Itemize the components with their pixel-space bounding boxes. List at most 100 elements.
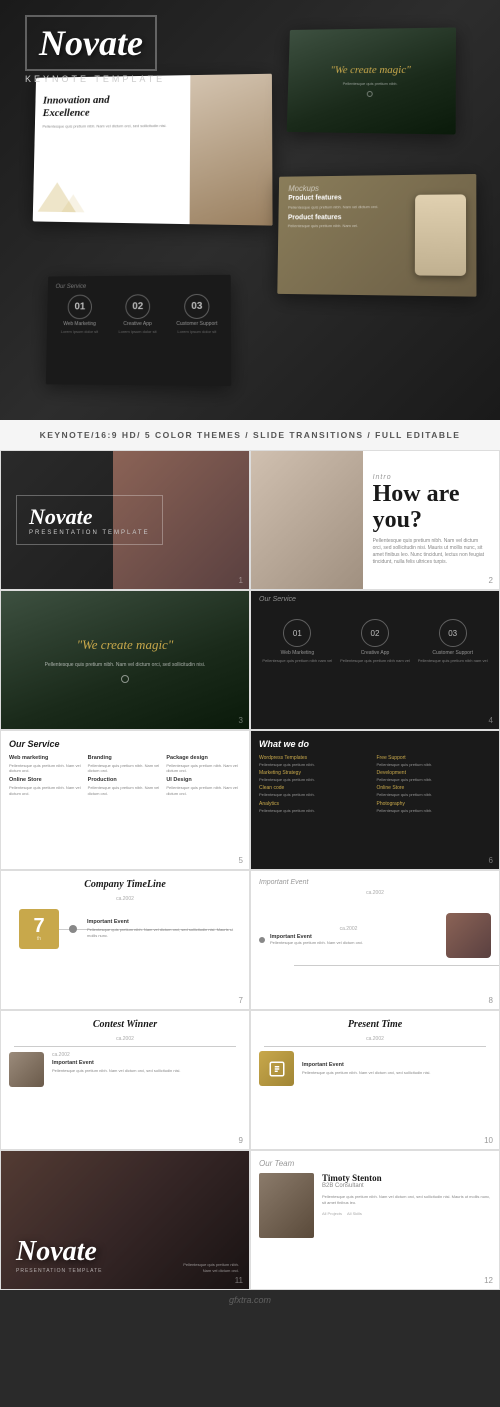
whatwedo-item-1: Wordpress Templates Pellentesque quis pr… [259,755,374,767]
slide-9-event-title: Important Event [52,1060,181,1066]
service-grid-title-1: Web marketing [9,755,84,761]
slide-3-content: "We create magic" Pellentesque quis pret… [30,622,221,698]
slide-7-year: ca.2002 [9,896,241,902]
service-grid-item-2: Branding Pellentesque quis pretium nibh.… [88,755,163,773]
slide-6: What we do Wordpress Templates Pellentes… [250,730,500,870]
slide-6-grid: Wordpress Templates Pellentesque quis pr… [259,755,491,813]
hero-innovation-text: Pellentesque quis pretium nibh. Nam vel … [42,123,182,129]
slide-1-number: 1 [239,576,243,585]
slide-3-number: 3 [239,716,243,725]
whatwedo-title-8: Photography [377,801,492,807]
hero-service-slide: Our Service 01 Web Marketing Lorem ipsum… [46,275,231,386]
whatwedo-text-6: Pellentesque quis pretium nibh. [377,792,492,797]
slide-8-event-text: Pellentesque quis pretium nibh. Nam vel … [270,940,363,946]
hero-creativeapp: Creative App [112,321,163,327]
service-grid-title-2: Branding [88,755,163,761]
slide-3-text: Pellentesque quis pretium nibh. Nam vel … [45,662,206,670]
service-grid-title-6: UI Design [166,777,241,783]
whatwedo-text-8: Pellentesque quis pretium nibh. [377,808,492,813]
service-grid-title-3: Package design [166,755,241,761]
brand-logo: Novate KEYNOTE TEMPLATE [25,15,165,84]
slide-12-stat-2: All Skills [347,1211,362,1216]
service-icon-3: 03 [439,619,467,647]
whatwedo-text-2: Pellentesque quis pretium nibh. [377,762,492,767]
service-num-2: 02 [371,629,380,638]
service-desc-2: Pellentesque quis pretium nibh nam vel [339,658,412,663]
hero-magic-quote: "We create magic" [330,64,411,76]
service-grid-text-1: Pellentesque quis pretium nibh. Nam vel … [9,763,84,773]
hero-product-text: Pellentesque quis pretium nibh. Nam vel … [288,204,378,210]
slide-9-event-text: Pellentesque quis pretium nibh. Nam vel … [52,1068,181,1074]
hero-product-title: Product features [288,194,378,202]
service-item-1: 01 Web Marketing Pellentesque quis preti… [261,619,334,663]
hero-product-label: Mockups [288,183,378,193]
slide-12-role: B2B Consultant [322,1183,491,1189]
service-grid-text-3: Pellentesque quis pretium nibh. Nam vel … [166,763,241,773]
service-grid-text-6: Pellentesque quis pretium nibh. Nam vel … [166,785,241,795]
brand-subtitle: KEYNOTE TEMPLATE [25,74,165,84]
slide-7-num-sub: th [37,936,41,942]
slide-3: "We create magic" Pellentesque quis pret… [0,590,250,730]
slide-10-row: Important Event Pellentesque quis pretiu… [259,1051,491,1086]
hero-innovation-title: Innovation andExcellence [43,93,183,120]
slide-9-row: ca.2002 Important Event Pellentesque qui… [9,1052,241,1087]
slide-7-big-number: 7 [33,916,44,936]
brand-name: Novate [25,15,157,71]
slide-1-subtitle: PRESENTATION TEMPLATE [29,530,150,536]
slide-12-number: 12 [484,1276,493,1285]
whatwedo-text-4: Pellentesque quis pretium nibh. [377,777,492,782]
slide-7-number: 7 [239,996,243,1005]
slide-12-stat-1: All Projects [322,1211,342,1216]
slide-7-title: Company TimeLine [9,879,241,890]
whatwedo-item-2: Free Support Pellentesque quis pretium n… [377,755,492,767]
slide-11-number: 11 [235,1276,243,1285]
whatwedo-text-7: Pellentesque quis pretium nibh. [259,808,374,813]
whatwedo-title-6: Online Store [377,785,492,791]
hero-product-title2: Product features [288,214,378,221]
slide-2-number: 2 [489,576,493,585]
hero-customersupport: Customer Support [171,321,223,327]
slide-6-title: What we do [259,739,491,749]
slide-8-left: ca.2002 Important Event Pellentesque qui… [259,926,438,946]
slide-12-team-row: Timoty Stenton B2B Consultant Pellentesq… [259,1173,491,1238]
service-icon-1: 01 [283,619,311,647]
slide-11-name: Novate [16,1236,102,1268]
slide-7-event: Important Event Pellentesque quis pretiu… [87,919,241,938]
slide-10-event-title: Important Event [302,1062,431,1068]
service-grid-item-6: UI Design Pellentesque quis pretium nibh… [166,777,241,795]
slide-11: Novate PRESENTATION TEMPLATE Pellentesqu… [0,1150,250,1290]
slide-10-icon [259,1051,294,1086]
slide-8-line [294,965,500,966]
hero-webmarketing: Web Marketing [55,321,105,327]
slide-3-dot [121,675,129,683]
service-grid-item-4: Online Store Pellentesque quis pretium n… [9,777,84,795]
service-label-3: Customer Support [416,650,489,656]
features-text: KEYNOTE/16:9 HD/ 5 COLOR THEMES / SLIDE … [15,430,485,440]
hero-product-text2: Pellentesque quis pretium nibh. Nam vel. [288,223,378,229]
slide-7-event-text: Pellentesque quis pretium nibh. Nam vel … [87,927,241,938]
slide-7: Company TimeLine ca.2002 7 th Important … [0,870,250,1010]
whatwedo-item-6: Online Store Pellentesque quis pretium n… [377,785,492,797]
hero-product-slide: Mockups Product features Pellentesque qu… [277,174,476,297]
whatwedo-text-1: Pellentesque quis pretium nibh. [259,762,374,767]
slide-8-year: ca.2002 [259,890,491,896]
slide-12-desc: Pellentesque quis pretium nibh. Nam vel … [322,1194,491,1206]
slide-5: Our Service Web marketing Pellentesque q… [0,730,250,870]
slide-9-event: ca.2002 Important Event Pellentesque qui… [52,1052,181,1074]
slide-2-left [251,451,363,589]
hero-section: Novate KEYNOTE TEMPLATE Innovation andEx… [0,0,500,420]
slide-11-content: Novate PRESENTATION TEMPLATE [16,1236,102,1274]
slide-12-photo [259,1173,314,1238]
service-icon-2: 02 [361,619,389,647]
slide-1: Novate PRESENTATION TEMPLATE 1 [0,450,250,590]
service-label-2: Creative App [339,650,412,656]
service-item-2: 02 Creative App Pellentesque quis pretiu… [339,619,412,663]
slide-4-services: 01 Web Marketing Pellentesque quis preti… [261,619,489,663]
slide-7-dot [69,925,77,933]
whatwedo-item-4: Development Pellentesque quis pretium ni… [377,770,492,782]
slide-12-info: Timoty Stenton B2B Consultant Pellentesq… [322,1173,491,1216]
service-desc-3: Pellentesque quis pretium nibh nam vel [416,658,489,663]
slide-9-year2: ca.2002 [52,1052,181,1058]
slide-1-content: Novate PRESENTATION TEMPLATE [16,495,163,545]
service-grid-text-5: Pellentesque quis pretium nibh. Nam vel … [88,785,163,795]
